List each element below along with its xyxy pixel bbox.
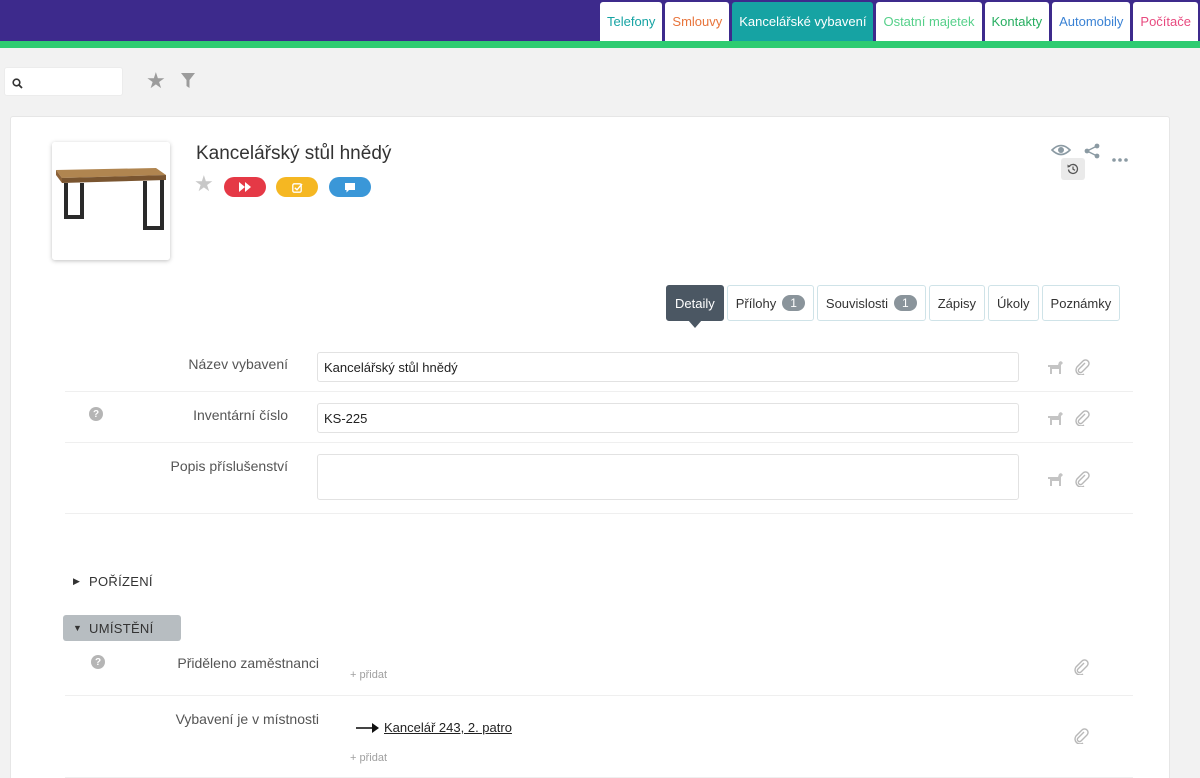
inventory-label: Inventární číslo <box>193 407 288 423</box>
subtab-label: Přílohy <box>735 295 777 311</box>
search-icon <box>12 76 23 94</box>
desk-image <box>52 142 170 260</box>
name-field[interactable] <box>317 352 1019 382</box>
subtab-label: Detaily <box>675 295 715 311</box>
comment-icon <box>345 182 355 192</box>
section-title: UMÍSTĚNÍ <box>89 620 154 636</box>
more-icon[interactable] <box>1112 149 1128 167</box>
filter-icon[interactable] <box>181 73 195 94</box>
tab-smlouvy[interactable]: Smlouvy <box>665 2 730 41</box>
row-divider <box>65 695 1133 696</box>
tab-label: Ostatní majetek <box>883 14 975 29</box>
favorites-star-icon[interactable]: ★ <box>146 70 166 92</box>
share-icon[interactable] <box>1084 143 1100 164</box>
help-icon[interactable]: ? <box>91 655 105 669</box>
inventory-field[interactable] <box>317 403 1019 433</box>
accessories-field[interactable] <box>317 454 1019 500</box>
detail-card: Kancelářský stůl hnědý ★ Detaily Přílohy… <box>10 116 1170 778</box>
section-title: POŘÍZENÍ <box>89 573 153 589</box>
accessories-label: Popis příslušenství <box>170 458 289 474</box>
history-button[interactable] <box>1061 158 1085 180</box>
row-divider <box>65 442 1133 443</box>
item-thumbnail[interactable] <box>52 142 170 260</box>
subtab-poznamky[interactable]: Poznámky <box>1041 285 1121 321</box>
dog-icon[interactable] <box>1047 410 1064 431</box>
tab-label: Smlouvy <box>672 14 723 29</box>
search-input[interactable] <box>29 72 119 92</box>
row-divider <box>65 513 1133 514</box>
add-employee-link[interactable]: + přidat <box>350 669 387 681</box>
dog-icon[interactable] <box>1047 359 1064 380</box>
subtab-souvislosti[interactable]: Souvislosti 1 <box>816 285 926 321</box>
tab-label: Počítače <box>1140 14 1191 29</box>
subtab-zapisy[interactable]: Zápisy <box>928 285 986 321</box>
action-pill-red[interactable] <box>224 177 266 197</box>
row-actions <box>1047 410 1090 431</box>
tab-telefony[interactable]: Telefony <box>599 2 663 41</box>
detail-subtabs: Detaily Přílohy 1 Souvislosti 1 Zápisy Úko… <box>666 285 1121 328</box>
fast-forward-icon <box>239 182 251 192</box>
room-label: Vybavení je v místnosti <box>175 711 319 727</box>
caret-right-icon: ▶ <box>73 575 81 586</box>
top-bar-accent-stripe <box>0 41 1200 48</box>
tab-label: Telefony <box>606 14 656 29</box>
tab-label: Kontakty <box>991 14 1043 29</box>
paperclip-icon[interactable] <box>1073 659 1089 680</box>
module-tabs: Telefony Smlouvy Kancelářské vybavení Os… <box>599 2 1198 41</box>
tab-pocitace[interactable]: Počítače <box>1133 2 1198 41</box>
caret-down-icon: ▼ <box>73 623 83 633</box>
paperclip-icon[interactable] <box>1073 728 1089 749</box>
room-link[interactable]: Kancelář 243, 2. patro <box>356 720 512 735</box>
dog-icon[interactable] <box>1047 471 1064 492</box>
subtab-label: Poznámky <box>1050 295 1112 311</box>
tab-label: Automobily <box>1059 14 1124 29</box>
tab-kancelarske-vybaveni[interactable]: Kancelářské vybavení <box>732 2 874 41</box>
subtab-label: Souvislosti <box>825 295 889 311</box>
arrow-right-icon <box>356 722 379 733</box>
section-location[interactable]: ▼ UMÍSTĚNÍ <box>63 615 181 641</box>
paperclip-icon[interactable] <box>1074 410 1090 431</box>
item-title: Kancelářský stůl hnědý <box>196 143 392 164</box>
action-pill-blue[interactable] <box>329 177 371 197</box>
employee-label: Přiděleno zaměstnanci <box>177 655 319 671</box>
search-box <box>4 67 123 96</box>
row-divider <box>65 391 1133 392</box>
subtab-label: Zápisy <box>937 295 977 311</box>
count-badge: 1 <box>782 295 805 311</box>
favorite-star-icon[interactable]: ★ <box>194 173 214 195</box>
tab-ostatni-majetek[interactable]: Ostatní majetek <box>876 2 982 41</box>
row-actions <box>1047 471 1090 492</box>
section-acquisition[interactable]: ▶ POŘÍZENÍ <box>63 568 153 594</box>
paperclip-icon[interactable] <box>1074 471 1090 492</box>
subtab-ukoly[interactable]: Úkoly <box>988 285 1039 321</box>
name-label: Název vybavení <box>188 356 288 372</box>
add-room-link[interactable]: + přidat <box>350 752 387 764</box>
subtab-prilohy[interactable]: Přílohy 1 <box>726 285 814 321</box>
action-pill-yellow[interactable] <box>276 177 318 197</box>
tab-kontakty[interactable]: Kontakty <box>984 2 1050 41</box>
tab-automobily[interactable]: Automobily <box>1052 2 1131 41</box>
paperclip-icon[interactable] <box>1074 359 1090 380</box>
room-value: Kancelář 243, 2. patro <box>384 720 512 735</box>
row-actions <box>1047 359 1090 380</box>
task-check-icon <box>291 182 303 193</box>
subtab-label: Úkoly <box>997 295 1030 311</box>
count-badge: 1 <box>894 295 917 311</box>
tab-label: Kancelářské vybavení <box>739 14 867 29</box>
subtab-detaily[interactable]: Detaily <box>666 285 724 328</box>
history-icon <box>1067 163 1079 175</box>
